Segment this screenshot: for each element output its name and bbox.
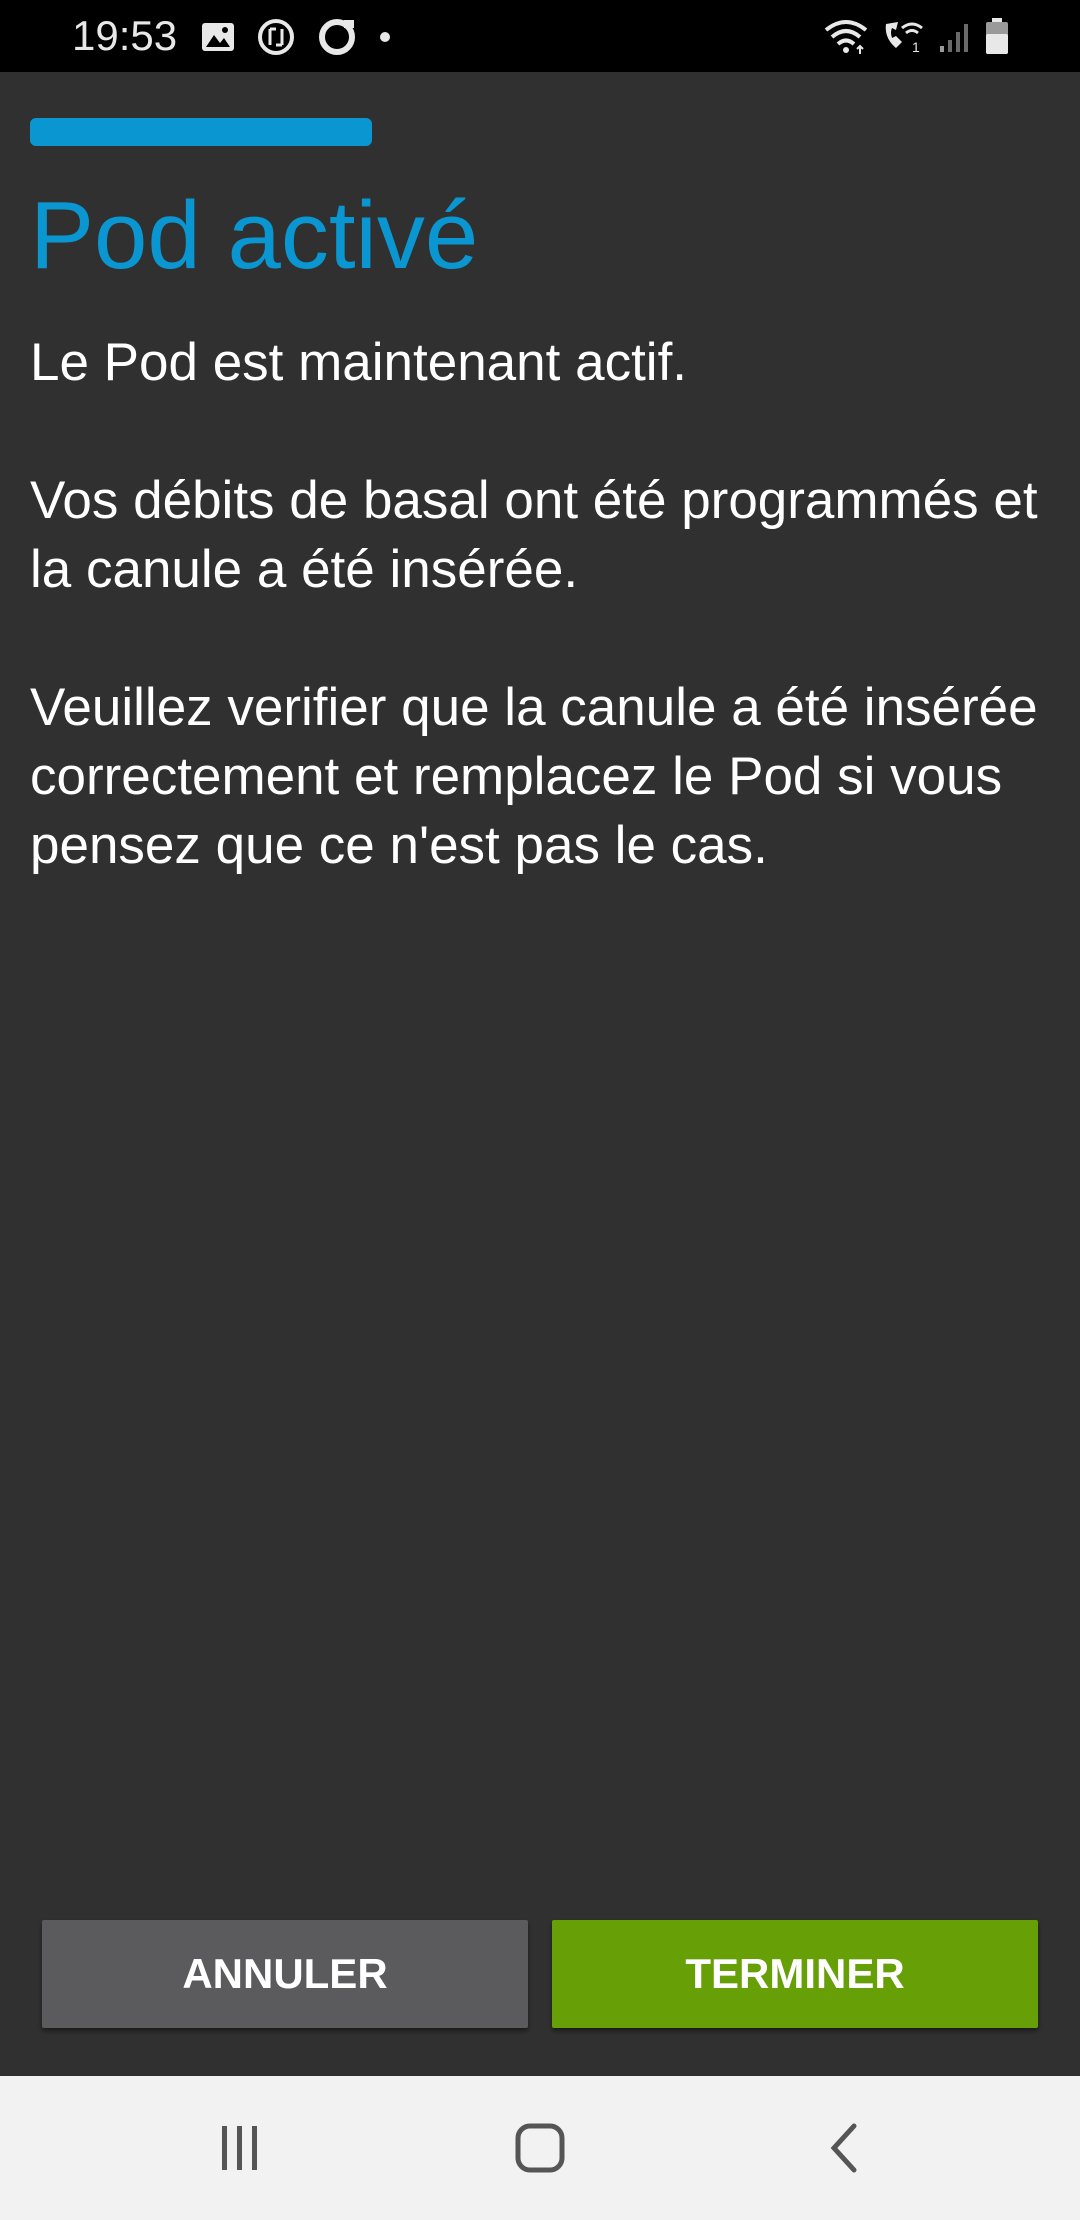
svg-text:1: 1 — [912, 39, 920, 55]
status-left-icons — [200, 18, 392, 56]
image-icon — [200, 21, 236, 53]
wifi-call-icon: 1 — [880, 16, 928, 56]
back-icon[interactable] — [808, 2112, 880, 2184]
battery-icon — [984, 16, 1010, 56]
page-title: Pod activé — [30, 182, 479, 289]
signal-icon — [938, 18, 974, 54]
finish-button[interactable]: TERMINER — [552, 1920, 1038, 2028]
body-text: Le Pod est maintenant actif. Vos débits … — [30, 328, 1060, 949]
progress-fill — [30, 118, 372, 146]
main-content: Pod activé Le Pod est maintenant actif. … — [0, 72, 1080, 2076]
cancel-button[interactable]: ANNULER — [42, 1920, 528, 2028]
status-time: 19:53 — [72, 12, 178, 59]
paragraph-basal-programmed: Vos débits de basal ont été programmés e… — [30, 471, 1038, 599]
dot-icon — [378, 30, 392, 44]
paragraph-pod-active: Le Pod est maintenant actif. — [30, 333, 688, 392]
progress-bar — [30, 118, 630, 146]
status-right-icons: 1 — [822, 16, 1010, 56]
wifi-icon — [822, 16, 870, 56]
paragraph-verify-cannula: Veuillez verifier que la canule a été in… — [30, 678, 1038, 875]
circle-icon — [316, 16, 358, 58]
status-bar: 19:53 1 — [0, 0, 1080, 72]
navigation-bar — [0, 2076, 1080, 2220]
home-icon[interactable] — [504, 2112, 576, 2184]
sync-icon — [256, 17, 296, 57]
recents-icon[interactable] — [204, 2112, 276, 2184]
